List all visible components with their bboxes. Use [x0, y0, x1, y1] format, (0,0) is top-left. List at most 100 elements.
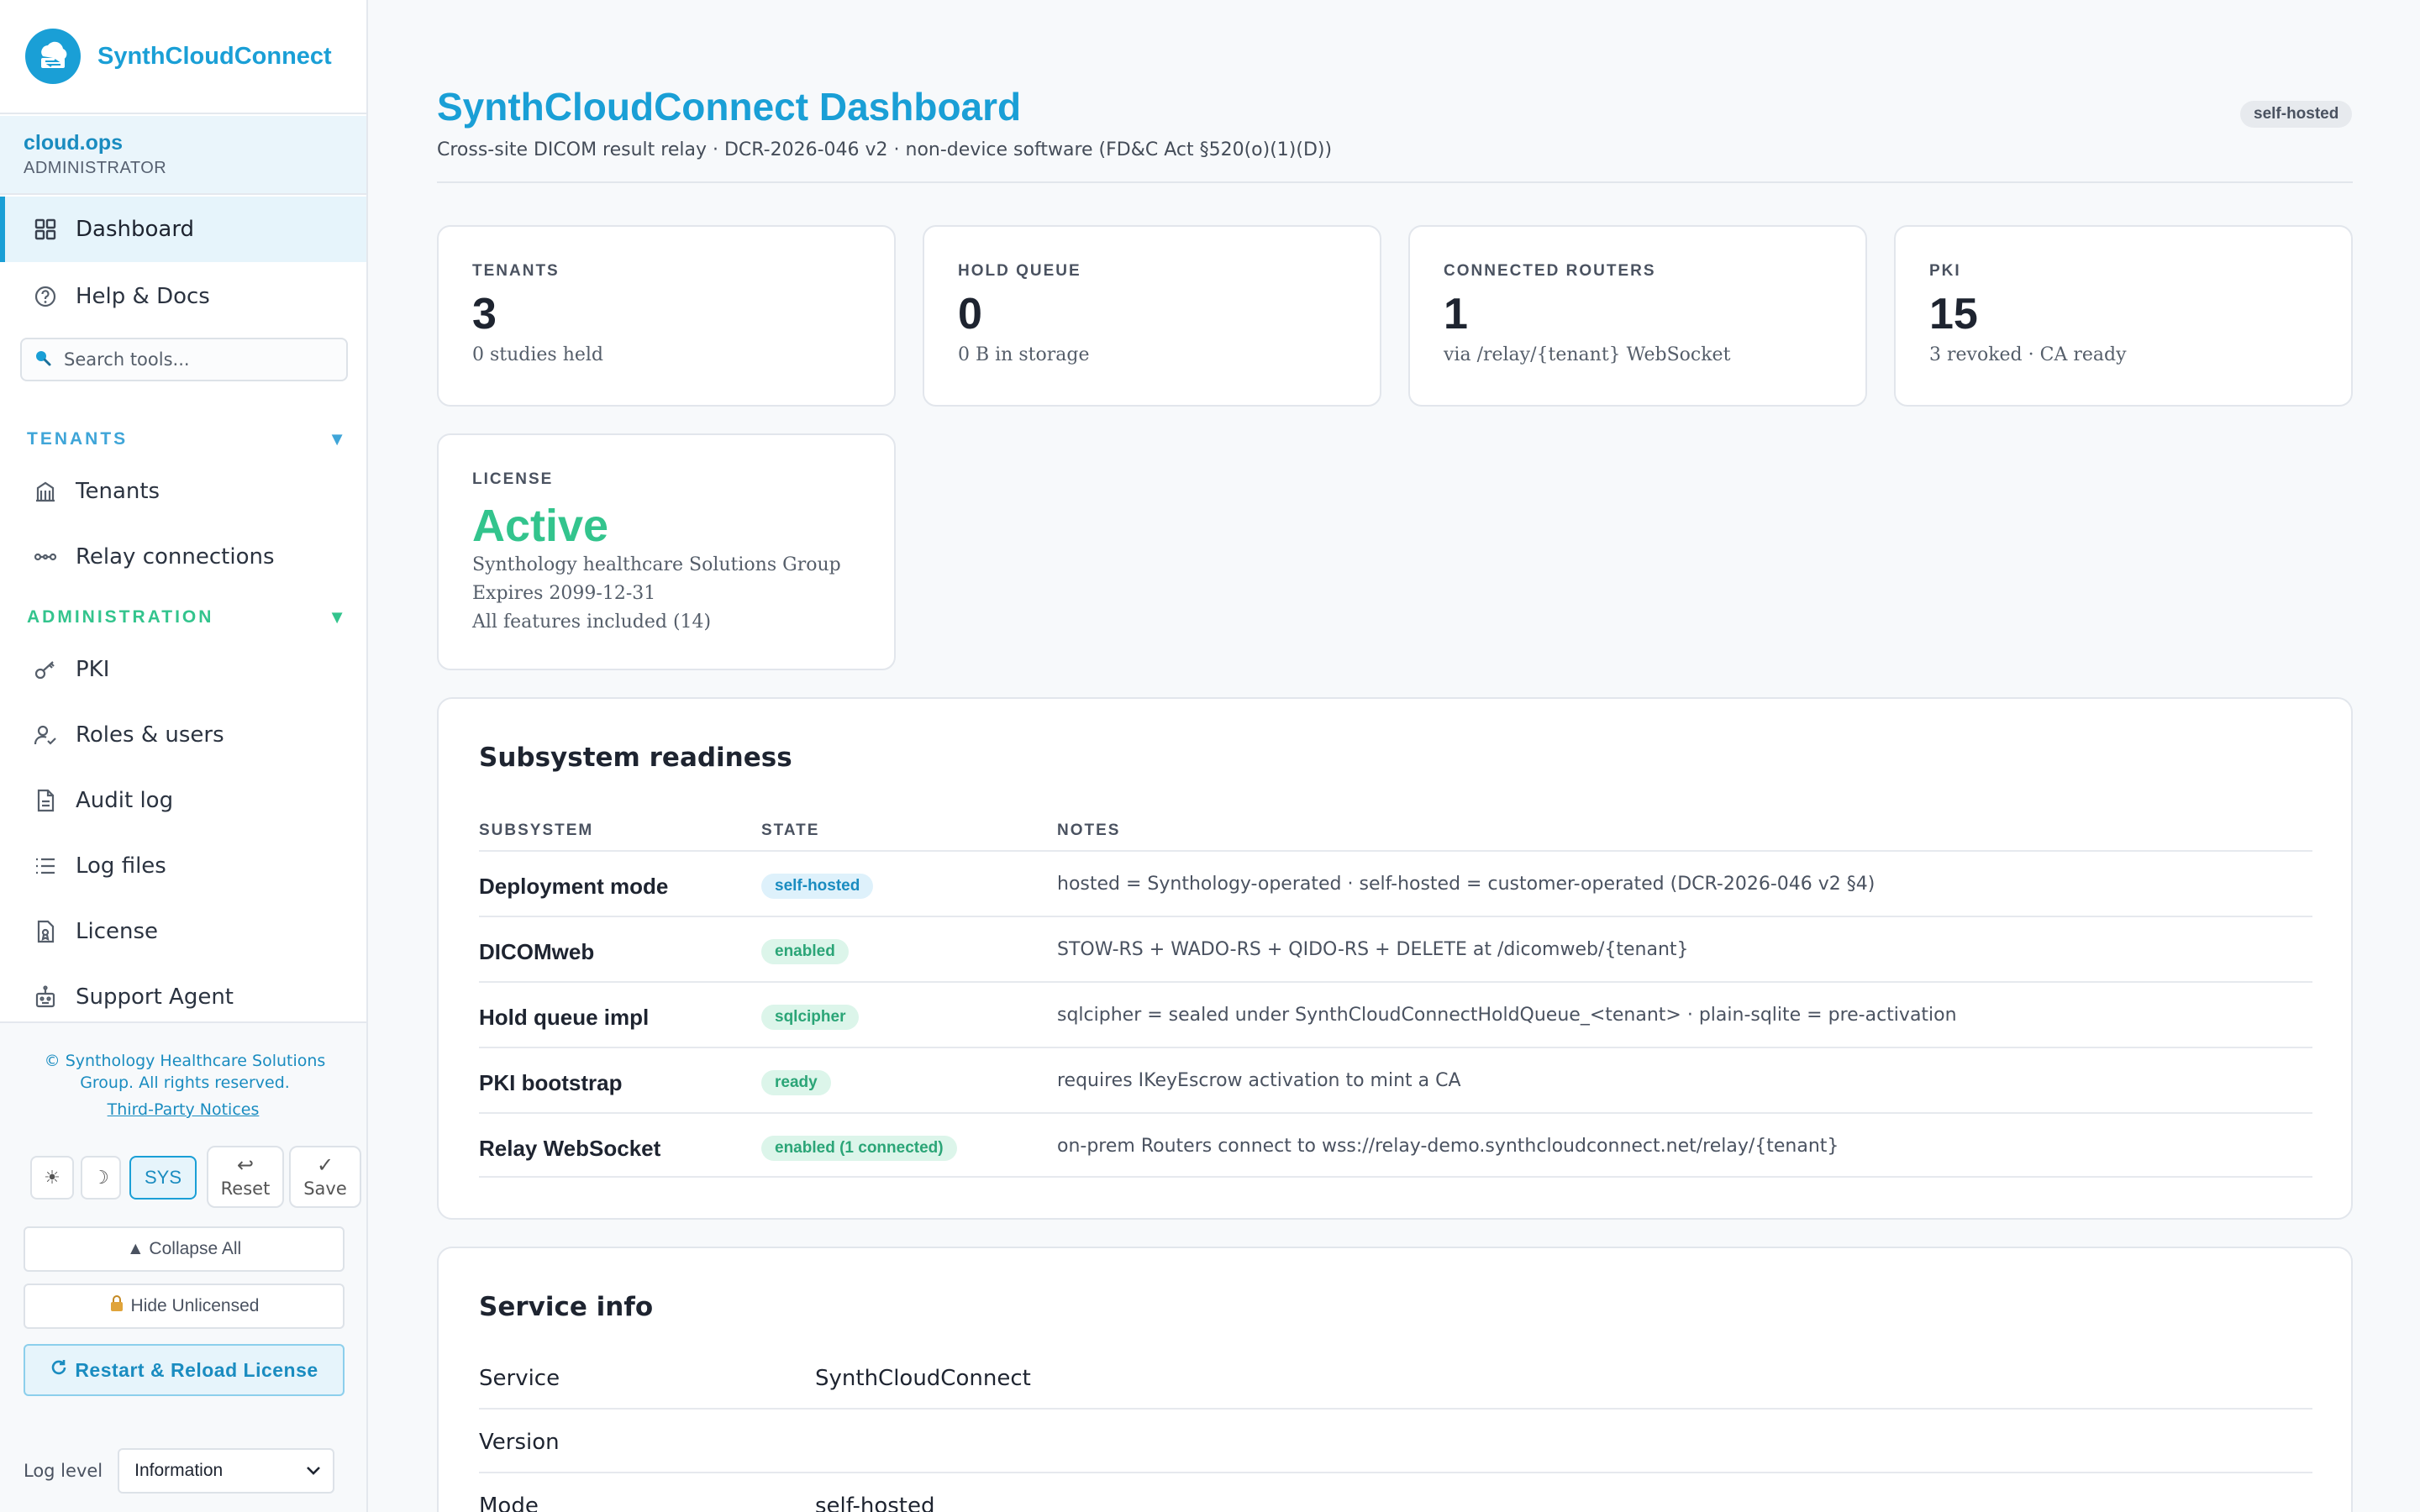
info-row: Version: [479, 1408, 2312, 1472]
theme-light-button[interactable]: ☀: [30, 1156, 74, 1200]
stat-label: HOLD QUEUE: [958, 262, 1081, 280]
nav-item-dashboard[interactable]: Dashboard: [0, 197, 366, 262]
reset-button[interactable]: ↩ Reset: [207, 1146, 284, 1208]
stat-card-connected-routers[interactable]: CONNECTED ROUTERS 1 via /relay/{tenant} …: [1408, 225, 1867, 407]
license-status: Active: [472, 501, 609, 551]
theme-dark-button[interactable]: ☽: [81, 1156, 121, 1200]
column-header-state: STATE: [761, 822, 820, 839]
nav-item-label: Help & Docs: [76, 284, 210, 309]
table-row: PKI bootstrap ready requires IKeyEscrow …: [479, 1047, 2312, 1112]
stat-card-hold-queue[interactable]: HOLD QUEUE 0 0 B in storage: [923, 225, 1381, 407]
page-title: SynthCloudConnect Dashboard: [437, 85, 1022, 129]
stat-card-pki[interactable]: PKI 15 3 revoked · CA ready: [1894, 225, 2353, 407]
table-row: DICOMweb enabled STOW-RS + WADO-RS + QID…: [479, 916, 2312, 981]
nav-item-help[interactable]: Help & Docs: [0, 264, 366, 329]
license-card[interactable]: LICENSE Active Synthology healthcare Sol…: [437, 433, 896, 670]
search-input[interactable]: [64, 349, 341, 370]
table-row: Relay WebSocket enabled (1 connected) on…: [479, 1112, 2312, 1178]
sidebar-item-label: Tenants: [76, 479, 160, 504]
status-badge: self-hosted: [761, 874, 874, 899]
chevron-down-icon: ▼: [328, 606, 346, 627]
nav-item-label: Dashboard: [76, 217, 195, 242]
license-label: LICENSE: [472, 470, 554, 488]
save-label: Save: [303, 1179, 347, 1199]
stat-value: 15: [1929, 290, 1978, 339]
theme-system-label: SYS: [144, 1167, 182, 1188]
sidebar: SynthCloudConnect cloud.ops ADMINISTRATO…: [0, 0, 368, 1512]
subsystem-readiness-panel: Subsystem readiness SUBSYSTEM STATE NOTE…: [437, 697, 2353, 1220]
user-block: cloud.ops ADMINISTRATOR: [0, 116, 366, 195]
help-circle-icon: [32, 283, 59, 310]
brand-name: SynthCloudConnect: [97, 42, 332, 70]
reset-label: Reset: [220, 1179, 271, 1199]
sidebar-item-tenants[interactable]: Tenants: [0, 459, 366, 524]
sidebar-item-label: PKI: [76, 657, 110, 682]
sidebar-item-log-files[interactable]: Log files: [0, 833, 366, 899]
column-header-notes: NOTES: [1057, 822, 1121, 839]
file-text-icon: [32, 787, 59, 814]
subsystem-notes: sqlcipher = sealed under SynthCloudConne…: [1057, 1005, 1957, 1026]
link-icon: [32, 543, 59, 570]
info-value: SynthCloudConnect: [815, 1366, 1031, 1391]
brand[interactable]: SynthCloudConnect: [0, 0, 366, 114]
section-title: TENANTS: [27, 429, 129, 449]
undo-icon: ↩: [236, 1153, 255, 1177]
stat-card-tenants[interactable]: TENANTS 3 0 studies held: [437, 225, 896, 407]
subsystem-name: PKI bootstrap: [479, 1070, 623, 1095]
stat-note: via /relay/{tenant} WebSocket: [1444, 344, 1731, 365]
sun-icon: ☀: [44, 1167, 60, 1188]
third-party-notices-link[interactable]: Third-Party Notices: [0, 1100, 366, 1119]
status-badge: ready: [761, 1070, 831, 1095]
log-level-control: Log level Information: [24, 1448, 335, 1494]
save-button[interactable]: ✓ Save: [289, 1146, 361, 1208]
section-header-administration[interactable]: ADMINISTRATION ▼: [27, 606, 346, 628]
user-role: ADMINISTRATOR: [24, 159, 167, 177]
hide-unlicensed-button[interactable]: Hide Unlicensed: [24, 1284, 345, 1329]
divider: [437, 181, 2353, 183]
refresh-icon: [50, 1358, 68, 1382]
search-box: [20, 338, 348, 381]
column-header-subsystem: SUBSYSTEM: [479, 822, 594, 839]
lock-icon: [109, 1295, 124, 1317]
subsystem-notes: hosted = Synthology-operated · self-host…: [1057, 874, 1876, 895]
table-row: Hold queue impl sqlcipher sqlcipher = se…: [479, 981, 2312, 1047]
stat-note: 0 B in storage: [958, 344, 1090, 365]
sidebar-item-roles-users[interactable]: Roles & users: [0, 702, 366, 768]
page-subtitle: Cross-site DICOM result relay · DCR-2026…: [437, 139, 1333, 160]
section-title: ADMINISTRATION: [27, 607, 214, 627]
stat-value: 0: [958, 290, 982, 339]
user-check-icon: [32, 722, 59, 748]
hide-unlicensed-label: Hide Unlicensed: [130, 1296, 260, 1315]
chevron-down-icon: ▼: [328, 428, 346, 449]
info-value: self-hosted: [815, 1494, 935, 1512]
theme-system-button[interactable]: SYS: [129, 1156, 197, 1200]
sidebar-item-label: Roles & users: [76, 722, 224, 748]
license-holder: Synthology healthcare Solutions Group: [472, 554, 841, 575]
status-badge: enabled: [761, 939, 849, 964]
sidebar-item-label: Support Agent: [76, 984, 234, 1010]
sidebar-item-audit-log[interactable]: Audit log: [0, 768, 366, 833]
sidebar-item-relay-connections[interactable]: Relay connections: [0, 524, 366, 590]
sidebar-item-pki[interactable]: PKI: [0, 637, 366, 702]
status-badge: sqlcipher: [761, 1005, 860, 1030]
section-header-tenants[interactable]: TENANTS ▼: [27, 428, 346, 450]
stat-value: 3: [472, 290, 497, 339]
moon-icon: ☽: [92, 1167, 109, 1188]
sidebar-item-license[interactable]: License: [0, 899, 366, 964]
sidebar-item-label: Audit log: [76, 788, 174, 813]
license-features: All features included (14): [472, 612, 712, 633]
info-key: Mode: [479, 1494, 539, 1512]
search-icon: [34, 349, 52, 371]
sidebar-item-label: Relay connections: [76, 544, 275, 570]
stat-note: 0 studies held: [472, 344, 604, 365]
license-expiry: Expires 2099-12-31: [472, 583, 656, 604]
restart-reload-license-button[interactable]: Restart & Reload License: [24, 1344, 345, 1396]
collapse-all-button[interactable]: ▲ Collapse All: [24, 1226, 345, 1272]
log-level-select[interactable]: Information: [118, 1448, 335, 1494]
sidebar-item-label: Log files: [76, 853, 166, 879]
sidebar-item-support-agent[interactable]: Support Agent: [0, 964, 366, 1030]
log-level-label: Log level: [24, 1461, 103, 1481]
stat-label: TENANTS: [472, 262, 560, 280]
grid-icon: [32, 216, 59, 243]
subsystem-name: DICOMweb: [479, 939, 595, 964]
